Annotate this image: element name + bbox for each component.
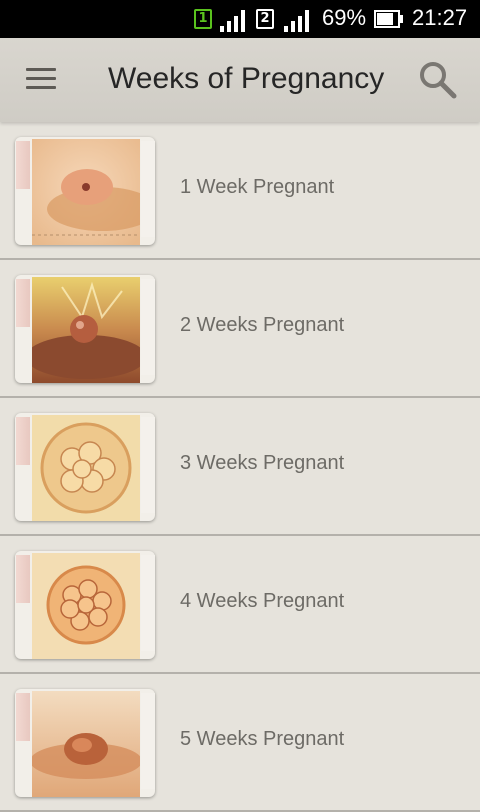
list-item-label: 1 Week Pregnant <box>180 176 335 198</box>
embryo-week-3-image <box>32 415 140 521</box>
list-item-label: 4 Weeks Pregnant <box>180 590 345 612</box>
battery-icon <box>374 10 403 28</box>
thumbnail <box>15 275 155 383</box>
embryo-week-4-image <box>32 553 140 659</box>
embryo-week-2-image <box>32 277 140 383</box>
list-item-week-2[interactable]: 2 Weeks Pregnant <box>0 260 480 398</box>
thumbnail <box>15 137 155 245</box>
signal-strength-icon <box>284 10 309 32</box>
list-item-week-5[interactable]: 5 Weeks Pregnant <box>0 674 480 812</box>
search-icon[interactable] <box>418 60 458 100</box>
status-bar: 1 2 69% 21:27 <box>0 0 480 38</box>
app-bar: Weeks of Pregnancy <box>0 38 480 122</box>
thumbnail <box>15 551 155 659</box>
signal-strength-icon <box>220 10 245 32</box>
weeks-list: 1 Week Pregnant 2 Weeks Pregnant 3 Weeks… <box>0 122 480 812</box>
embryo-week-1-image <box>32 139 140 245</box>
page-title: Weeks of Pregnancy <box>108 62 385 95</box>
sim2-icon: 2 <box>256 9 274 29</box>
clock: 21:27 <box>412 5 468 30</box>
sim1-icon: 1 <box>194 9 212 29</box>
list-item-label: 3 Weeks Pregnant <box>180 452 345 474</box>
battery-percentage: 69% <box>322 5 367 30</box>
thumbnail <box>15 689 155 797</box>
list-item-label: 5 Weeks Pregnant <box>180 728 345 750</box>
embryo-week-5-image <box>32 691 140 797</box>
hamburger-menu-icon[interactable] <box>26 68 58 92</box>
list-item-week-1[interactable]: 1 Week Pregnant <box>0 122 480 260</box>
list-item-label: 2 Weeks Pregnant <box>180 314 345 336</box>
list-item-week-4[interactable]: 4 Weeks Pregnant <box>0 536 480 674</box>
thumbnail <box>15 413 155 521</box>
list-item-week-3[interactable]: 3 Weeks Pregnant <box>0 398 480 536</box>
